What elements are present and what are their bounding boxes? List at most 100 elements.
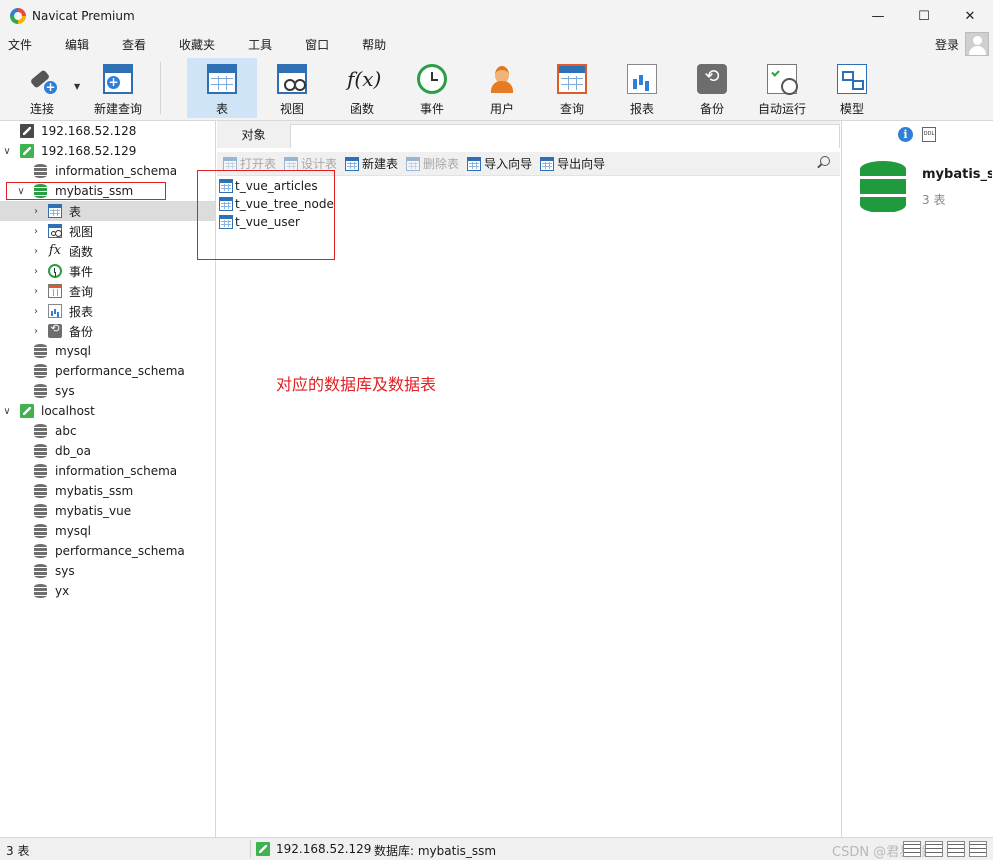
avatar[interactable] xyxy=(965,32,989,56)
ddl-icon[interactable]: DDL xyxy=(922,127,936,142)
tree-item[interactable]: › 备份 xyxy=(0,321,215,341)
menu-help[interactable]: 帮助 xyxy=(354,36,398,53)
search-icon[interactable] xyxy=(816,156,830,170)
toolbar-connection-button[interactable]: 连接 xyxy=(16,58,68,118)
toolbar-report-button[interactable]: 报表 xyxy=(612,58,672,118)
tree-item[interactable]: sys xyxy=(0,381,215,401)
list-view-icon[interactable] xyxy=(925,841,943,857)
toolbar-backup-button[interactable]: 备份 xyxy=(682,58,742,118)
database-icon xyxy=(34,484,47,498)
report-icon xyxy=(627,64,657,94)
toolbar-view-button[interactable]: 视图 xyxy=(262,58,322,118)
status-bar: 3 表 192.168.52.129 数据库: mybatis_ssm CSDN… xyxy=(0,837,993,860)
chevron-down-icon[interactable]: ∨ xyxy=(2,406,12,417)
info-table-count: 3 表 xyxy=(922,193,946,207)
button-label: 删除表 xyxy=(423,157,460,171)
toolbar-automation-button[interactable]: 自动运行 xyxy=(752,58,812,118)
tree-item-label: information_schema xyxy=(55,464,178,478)
tree-item[interactable]: ∨ mybatis_ssm xyxy=(0,181,215,201)
tree-item[interactable]: sys xyxy=(0,561,215,581)
tree-item[interactable]: mysql xyxy=(0,341,215,361)
database-icon xyxy=(34,344,47,358)
import-wizard-button[interactable]: 导入向导 xyxy=(467,155,532,172)
tree-item-label: performance_schema xyxy=(55,364,185,378)
toolbar-label: 查询 xyxy=(559,102,584,116)
tree-item[interactable]: information_schema xyxy=(0,461,215,481)
tree-item[interactable]: information_schema xyxy=(0,161,215,181)
chevron-right-icon[interactable]: › xyxy=(31,326,41,337)
toolbar-label: 事件 xyxy=(419,102,444,116)
export-icon xyxy=(540,156,555,171)
info-db-name: mybatis_ssm xyxy=(922,167,992,182)
menu-favorites[interactable]: 收藏夹 xyxy=(171,36,227,53)
toolbar-function-button[interactable]: f(x) 函数 xyxy=(332,58,392,118)
chevron-right-icon[interactable]: › xyxy=(31,306,41,317)
maximize-button[interactable]: ☐ xyxy=(901,0,947,32)
er-view-icon[interactable] xyxy=(969,841,987,857)
toolbar-new-query-button[interactable]: 新建查询 xyxy=(88,58,148,118)
tree-item-label: 表 xyxy=(69,204,82,219)
chevron-right-icon[interactable]: › xyxy=(31,246,41,257)
toolbar-table-button[interactable]: 表 xyxy=(187,58,257,118)
tree-item[interactable]: db_oa xyxy=(0,441,215,461)
tree-item[interactable]: › 事件 xyxy=(0,261,215,281)
tab-objects[interactable]: 对象 xyxy=(217,121,290,148)
menu-window[interactable]: 窗口 xyxy=(297,36,341,53)
toolbar-model-button[interactable]: 模型 xyxy=(822,58,882,118)
tree-item-label: 报表 xyxy=(69,304,94,319)
toolbar-event-button[interactable]: 事件 xyxy=(402,58,462,118)
tree-item[interactable]: yx xyxy=(0,581,215,601)
tree-item-label: localhost xyxy=(41,404,95,418)
chevron-right-icon[interactable]: › xyxy=(31,266,41,277)
menu-tools[interactable]: 工具 xyxy=(240,36,284,53)
detail-view-icon[interactable] xyxy=(947,841,965,857)
connection-icon xyxy=(256,842,270,856)
database-icon xyxy=(34,464,47,478)
tree-item[interactable]: › 表 xyxy=(0,201,215,221)
database-large-icon xyxy=(860,161,906,213)
tree-item[interactable]: abc xyxy=(0,421,215,441)
database-icon xyxy=(34,584,47,598)
chevron-down-icon[interactable]: ▼ xyxy=(74,82,80,91)
view-icon xyxy=(277,64,307,94)
tree-item[interactable]: ∨ 192.168.52.129 xyxy=(0,141,215,161)
view-icon xyxy=(48,224,62,238)
tree-item[interactable]: mysql xyxy=(0,521,215,541)
tree-item[interactable]: performance_schema xyxy=(0,541,215,561)
chevron-right-icon[interactable]: › xyxy=(31,226,41,237)
tree-item-label: 视图 xyxy=(69,224,94,239)
tree-item[interactable]: mybatis_ssm xyxy=(0,481,215,501)
menu-file[interactable]: 文件 xyxy=(0,36,44,53)
chevron-right-icon[interactable]: › xyxy=(31,206,41,217)
tree-item[interactable]: mybatis_vue xyxy=(0,501,215,521)
tree-item[interactable]: ∨ localhost xyxy=(0,401,215,421)
tree-item[interactable]: › 查询 xyxy=(0,281,215,301)
menu-view[interactable]: 查看 xyxy=(114,36,158,53)
toolbar-label: 模型 xyxy=(839,102,864,116)
login-link[interactable]: 登录 xyxy=(935,36,959,53)
toolbar-label: 报表 xyxy=(629,102,654,116)
chevron-down-icon[interactable]: ∨ xyxy=(2,146,12,157)
tree-item[interactable]: › fx 函数 xyxy=(0,241,215,261)
new-table-button[interactable]: 新建表 xyxy=(345,155,398,172)
chevron-right-icon[interactable]: › xyxy=(31,286,41,297)
tree-item-label: db_oa xyxy=(55,444,91,458)
close-button[interactable]: ✕ xyxy=(947,0,993,32)
export-wizard-button[interactable]: 导出向导 xyxy=(540,155,605,172)
tree-item[interactable]: performance_schema xyxy=(0,361,215,381)
database-icon xyxy=(34,444,47,458)
tree-item[interactable]: 192.168.52.128 xyxy=(0,121,215,141)
grid-view-icon[interactable] xyxy=(903,841,921,857)
minimize-button[interactable]: — xyxy=(855,0,901,32)
server-connected-icon xyxy=(20,404,34,418)
toolbar-user-button[interactable]: 用户 xyxy=(472,58,532,118)
tree-item[interactable]: › 报表 xyxy=(0,301,215,321)
toolbar-label: 备份 xyxy=(699,102,724,116)
info-icon[interactable]: i xyxy=(898,127,913,142)
delete-table-button[interactable]: 删除表 xyxy=(406,155,459,172)
menu-edit[interactable]: 编辑 xyxy=(57,36,101,53)
tree-item[interactable]: › 视图 xyxy=(0,221,215,241)
import-icon xyxy=(467,156,482,171)
toolbar-query-button[interactable]: 查询 xyxy=(542,58,602,118)
tree-item-label: 事件 xyxy=(69,264,94,279)
